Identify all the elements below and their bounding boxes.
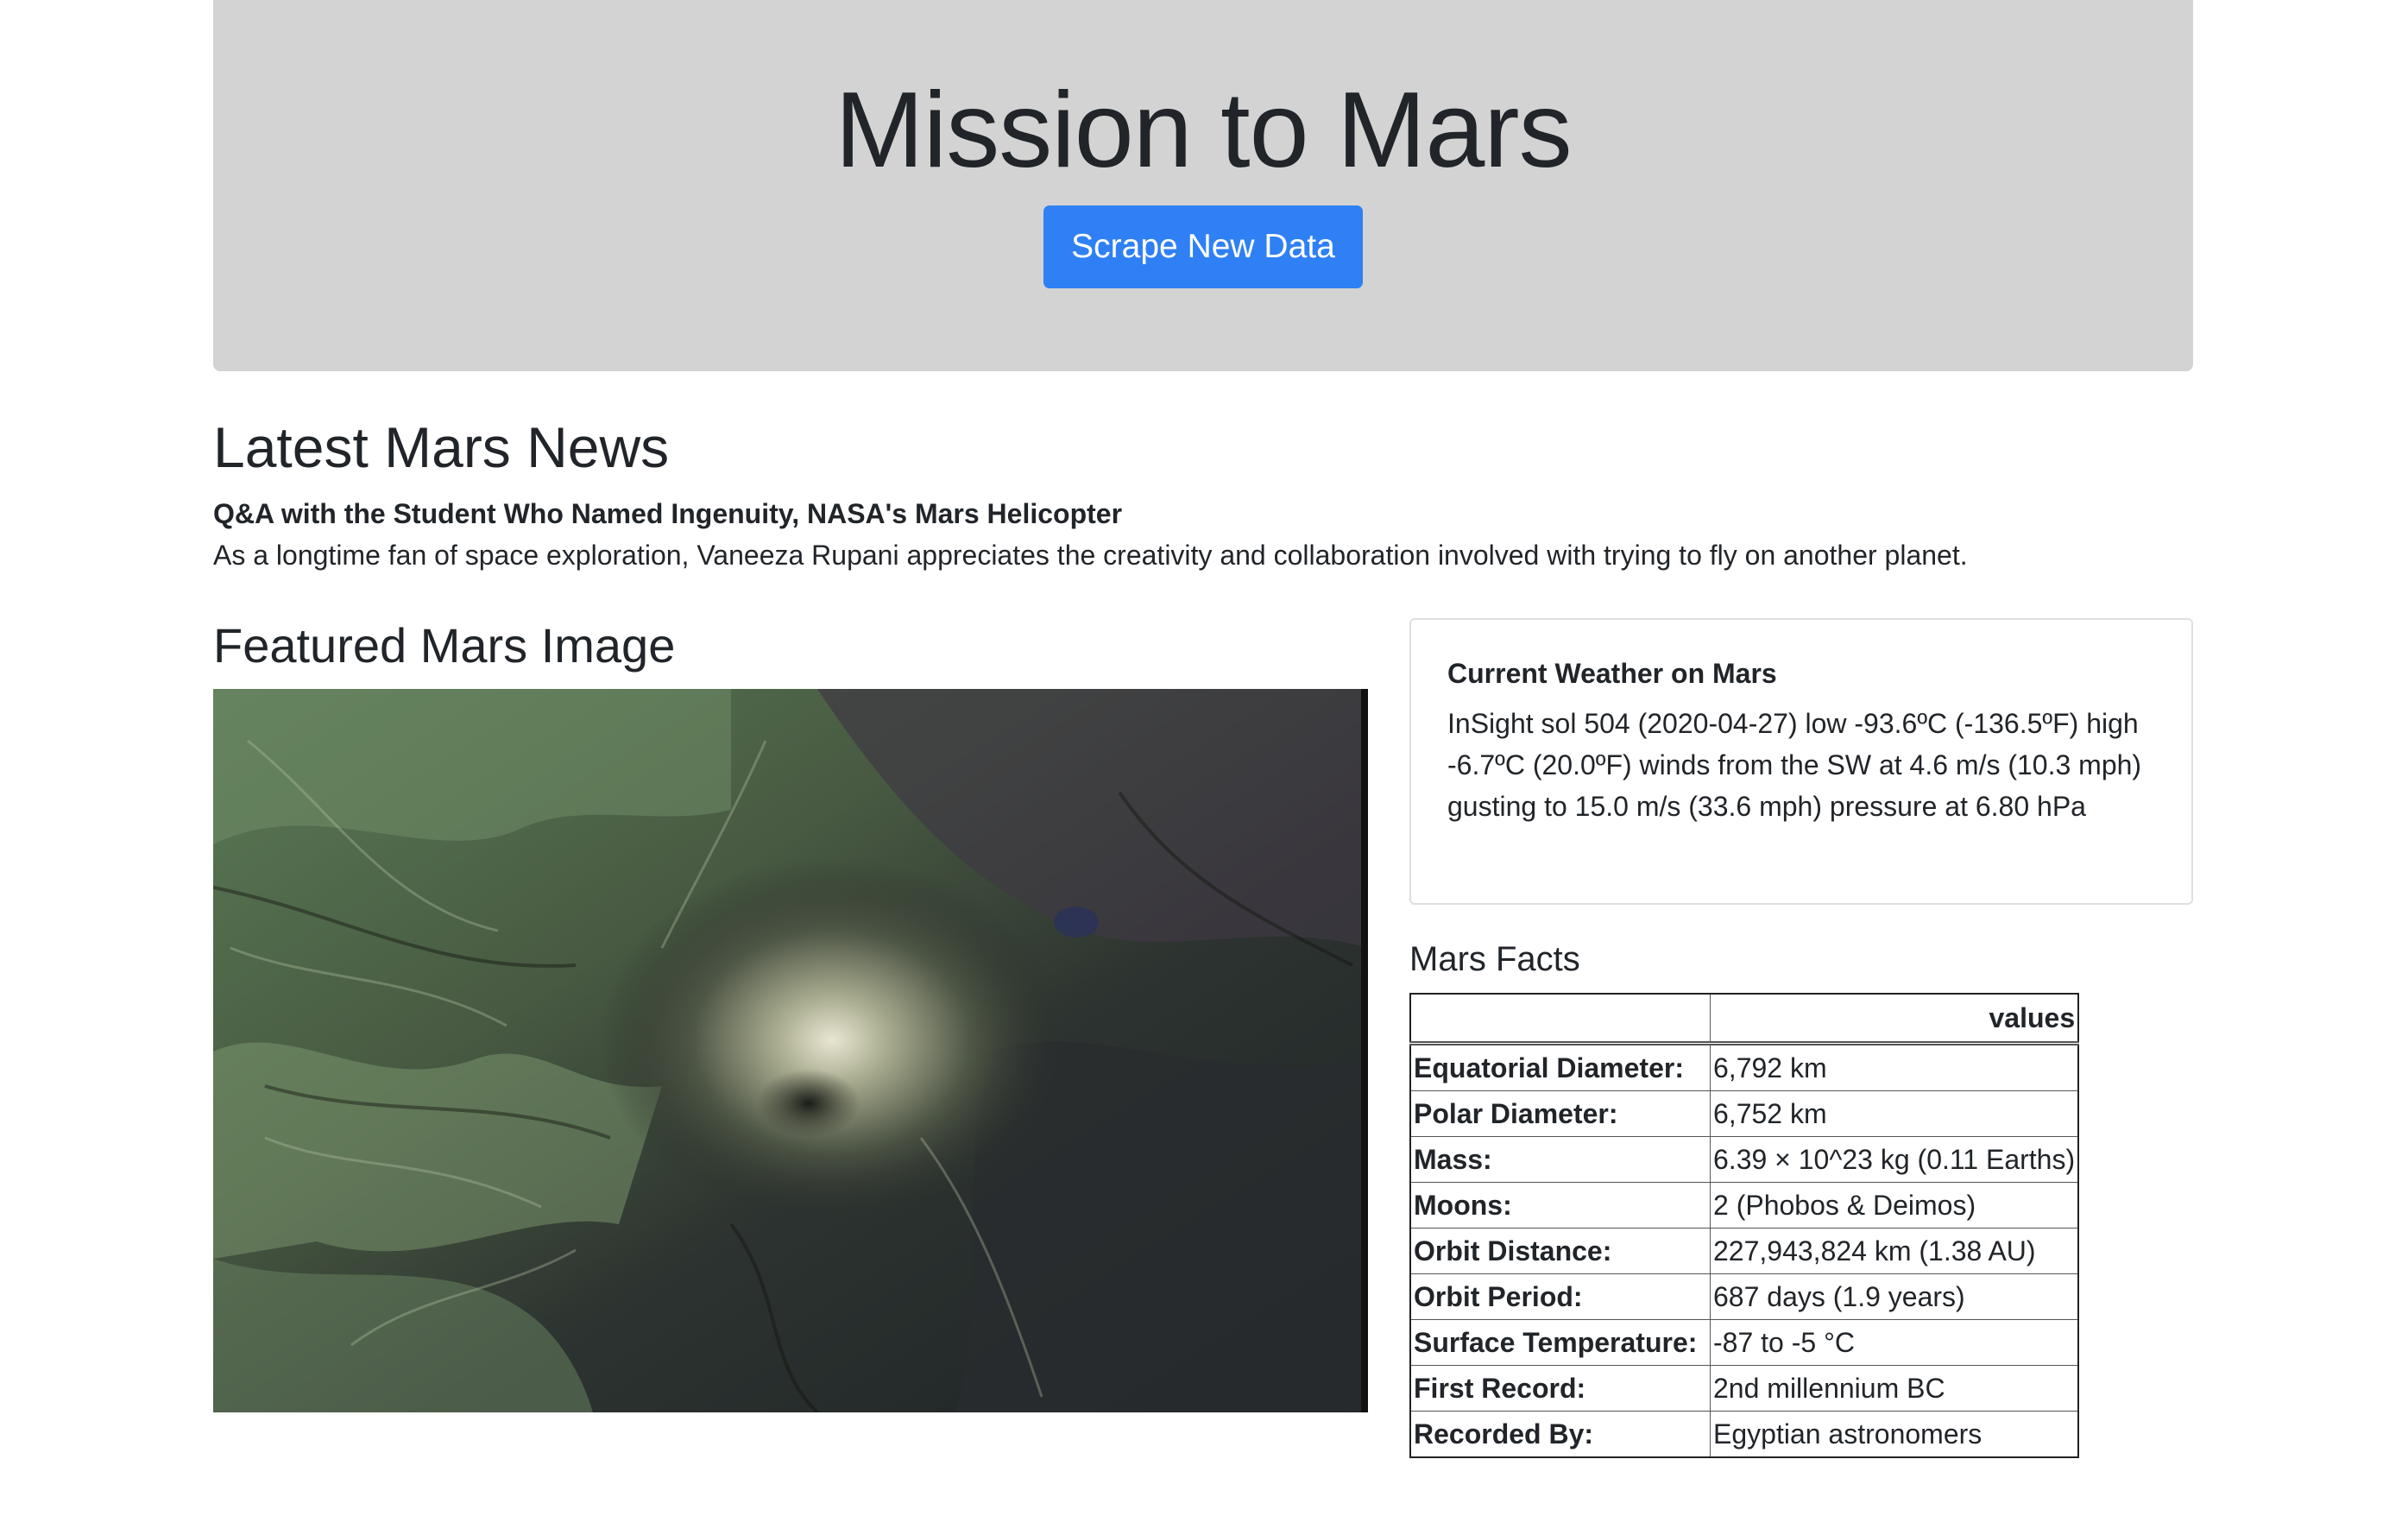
fact-value: 2 (Phobos & Deimos)	[1710, 1182, 2079, 1229]
page-title: Mission to Mars	[835, 71, 1572, 190]
mars-facts-heading: Mars Facts	[1409, 940, 1580, 978]
table-row: Recorded By: Egyptian astronomers	[1409, 1411, 2079, 1458]
fact-label: Recorded By:	[1409, 1411, 1711, 1458]
header-jumbotron: Mission to Mars Scrape New Data	[213, 0, 2193, 371]
table-row: Orbit Period: 687 days (1.9 years)	[1409, 1273, 2079, 1320]
featured-image-heading: Featured Mars Image	[213, 618, 676, 673]
table-row: Mass: 6.39 × 10^23 kg (0.11 Earths)	[1409, 1136, 2079, 1183]
table-row: Orbit Distance: 227,943,824 km (1.38 AU)	[1409, 1228, 2079, 1274]
fact-value: 687 days (1.9 years)	[1710, 1273, 2079, 1320]
fact-label: Polar Diameter:	[1409, 1090, 1711, 1137]
table-row: Surface Temperature: -87 to -5 °C	[1409, 1319, 2079, 1366]
scrape-new-data-button[interactable]: Scrape New Data	[1043, 205, 1363, 288]
weather-card: Current Weather on Mars InSight sol 504 …	[1409, 618, 2193, 905]
table-row: Equatorial Diameter: 6,792 km	[1409, 1043, 2079, 1091]
mars-facts-table: values Equatorial Diameter: 6,792 km Pol…	[1409, 993, 2080, 1458]
fact-label: First Record:	[1409, 1365, 1711, 1412]
news-paragraph: As a longtime fan of space exploration, …	[213, 540, 1968, 571]
fact-label: Moons:	[1409, 1182, 1711, 1229]
table-row: Polar Diameter: 6,752 km	[1409, 1090, 2079, 1137]
fact-value: 2nd millennium BC	[1710, 1365, 2079, 1412]
volcano-satellite-image	[213, 689, 1368, 1412]
facts-header-label	[1409, 993, 1711, 1045]
weather-title: Current Weather on Mars	[1447, 658, 1777, 689]
fact-value: Egyptian astronomers	[1710, 1411, 2079, 1458]
fact-label: Orbit Distance:	[1409, 1228, 1711, 1274]
fact-label: Surface Temperature:	[1409, 1319, 1711, 1366]
fact-value: -87 to -5 °C	[1710, 1319, 2079, 1366]
fact-value: 227,943,824 km (1.38 AU)	[1710, 1228, 2079, 1274]
table-row: Moons: 2 (Phobos & Deimos)	[1409, 1182, 2079, 1229]
fact-value: 6,752 km	[1710, 1090, 2079, 1137]
news-title: Q&A with the Student Who Named Ingenuity…	[213, 498, 1123, 529]
fact-label: Mass:	[1409, 1136, 1711, 1183]
facts-header-value: values	[1710, 993, 2079, 1045]
fact-value: 6,792 km	[1710, 1043, 2079, 1091]
fact-label: Orbit Period:	[1409, 1273, 1711, 1320]
weather-text: InSight sol 504 (2020-04-27) low -93.6ºC…	[1447, 708, 2142, 822]
facts-header-row: values	[1409, 993, 2079, 1045]
news-heading: Latest Mars News	[213, 415, 670, 479]
fact-label: Equatorial Diameter:	[1409, 1043, 1711, 1091]
table-row: First Record: 2nd millennium BC	[1409, 1365, 2079, 1412]
fact-value: 6.39 × 10^23 kg (0.11 Earths)	[1710, 1136, 2079, 1183]
featured-mars-image	[213, 689, 1368, 1412]
